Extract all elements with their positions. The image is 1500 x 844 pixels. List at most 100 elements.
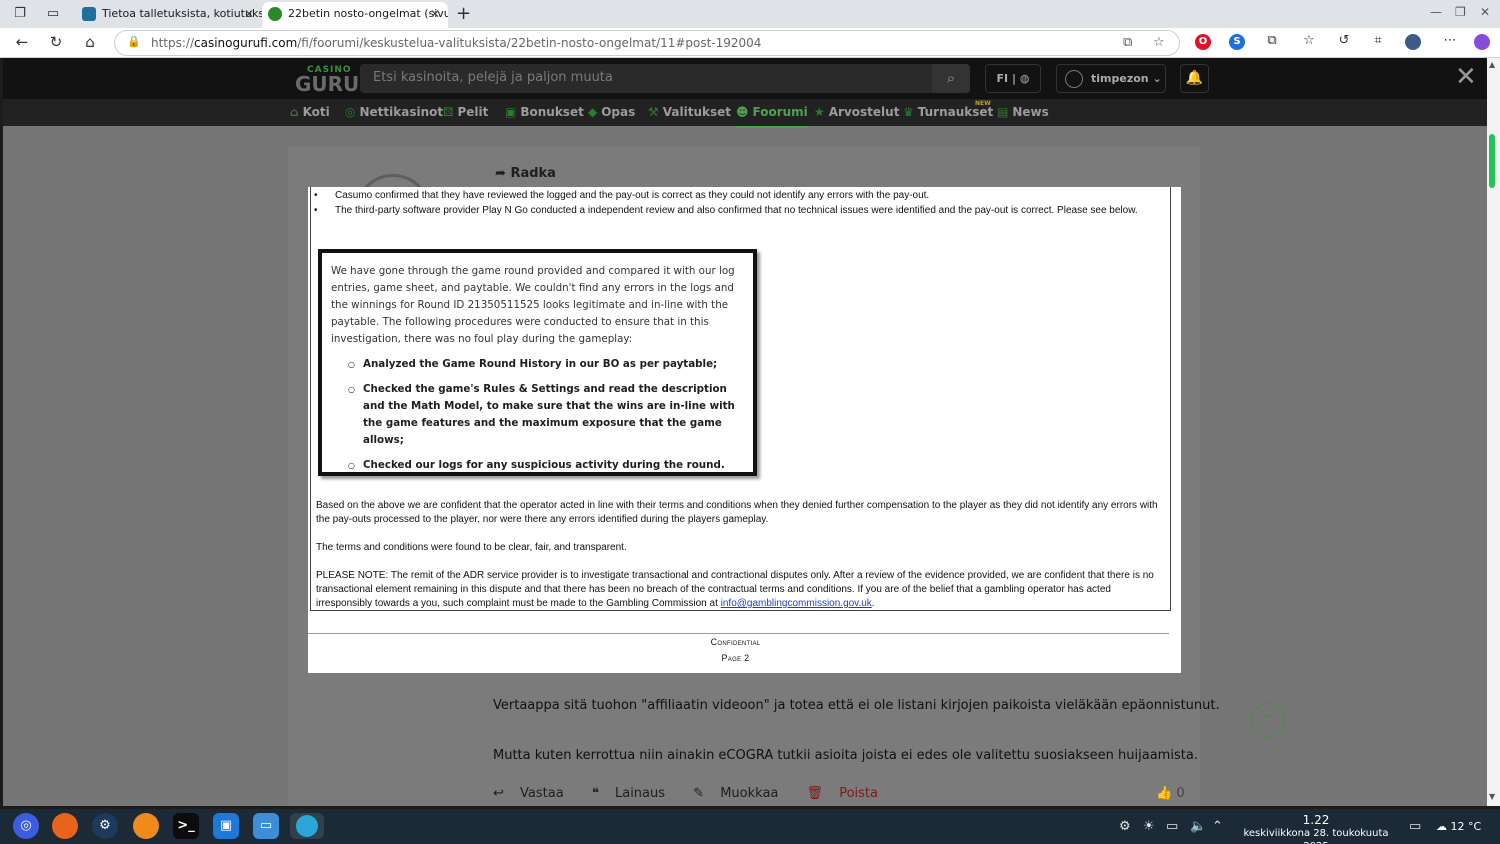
profile-avatar-icon[interactable] (1405, 34, 1421, 50)
site-header: CASINO GURU Etsi kasinoita, pelejä ja pa… (3, 58, 1487, 99)
search-input[interactable]: Etsi kasinoita, pelejä ja paljon muuta (373, 70, 613, 85)
history-icon[interactable]: ↺ (1334, 33, 1354, 48)
back-icon[interactable]: ← (12, 33, 32, 51)
dice-icon: ⚄ (443, 105, 454, 119)
like-button[interactable]: 👍 0 (1156, 786, 1185, 801)
more-menu-icon[interactable]: ⋯ (1440, 33, 1460, 48)
news-icon: ▤ (997, 105, 1009, 119)
firefox-icon[interactable] (52, 813, 78, 839)
cloud-icon: ☁ (1436, 820, 1447, 833)
quote-icon: ❝ (591, 786, 599, 801)
copilot-icon[interactable] (1474, 34, 1490, 50)
quote-list-item: Checked our logs for any suspicious acti… (331, 457, 744, 474)
page-number: Page 2 (721, 653, 750, 663)
reply-icon: ↩ (493, 786, 504, 801)
trash-icon: 🗑 (806, 786, 824, 801)
store-icon[interactable]: ▣ (213, 813, 239, 839)
menu-item-news[interactable]: ▤ News (997, 105, 1049, 119)
steam-tray-icon[interactable]: ⚙ (1119, 819, 1131, 834)
tab-title: Tietoa talletuksista, kotiutuks (102, 7, 262, 20)
refresh-icon[interactable]: ↻ (46, 33, 66, 51)
site-favicon-icon (82, 7, 96, 21)
brightness-icon[interactable]: ☀ (1143, 819, 1155, 834)
share-icon: ➦ (495, 166, 506, 181)
play-n-go-quote-box: We have gone through the game round prov… (318, 249, 757, 476)
system-clock[interactable]: 1.22 keskiviikkona 28. toukokuuta 2025 (1233, 814, 1399, 844)
lock-icon[interactable]: 🔒 (127, 35, 141, 48)
app-icon[interactable] (133, 813, 159, 839)
quote-intro: We have gone through the game round prov… (331, 265, 735, 345)
volume-icon[interactable]: 🔈 (1190, 819, 1206, 834)
close-window-icon[interactable]: ✕ (1480, 5, 1490, 19)
taskbar: ◎ ⚙ >_ ▣ ▭ ⚙ ☀ ▭ 🔈 ⌃ 1.22 keskiviikkona … (0, 809, 1500, 844)
star-icon: ★ (814, 105, 825, 119)
close-tab-icon[interactable]: ✕ (430, 2, 440, 26)
new-tab-icon[interactable]: + (456, 3, 471, 24)
extensions-icon[interactable]: ⧉ (1262, 33, 1282, 48)
language-selector[interactable]: FI | ◍ (985, 64, 1041, 93)
tab-22betin[interactable]: 22betin nosto-ongelmat (sivu ✕ (262, 2, 448, 28)
notifications-icon[interactable]: ▭ (1409, 819, 1421, 834)
tab-tietoa[interactable]: Tietoa talletuksista, kotiutuks ✕ (76, 2, 262, 28)
scroll-to-top-button[interactable]: ⌃ (1251, 703, 1285, 737)
close-lightbox-icon[interactable]: ✕ (1455, 62, 1477, 92)
username: timpezon (1091, 72, 1149, 85)
confidential-label: Confidential (710, 637, 761, 647)
clock-date: keskiviikkona 28. toukokuuta 2025 (1243, 828, 1389, 844)
search-icon[interactable]: ⌕ (932, 64, 970, 93)
menu-item-arvostelut[interactable]: ★ Arvostelut (814, 105, 899, 119)
scroll-up-icon[interactable]: ▲ (1489, 60, 1495, 69)
edge-browser-icon[interactable] (290, 813, 324, 839)
menu-item-pelit[interactable]: ⚄ Pelit (443, 105, 488, 119)
document-paragraph: PLEASE NOTE: The remit of the ADR servic… (316, 570, 1154, 609)
address-bar[interactable]: 🔒 https://casinogurufi.com/fi/foorumi/ke… (114, 30, 1180, 56)
favorite-star-icon[interactable]: ☆ (1153, 35, 1165, 50)
weather-widget[interactable]: ☁ 12 °C (1436, 820, 1481, 833)
menu-item-nettikasinot[interactable]: ◎ Nettikasinot (345, 105, 443, 119)
user-menu[interactable]: timpezon ⌄ (1056, 64, 1166, 93)
shazam-extension-icon[interactable]: S (1229, 34, 1245, 50)
email-link[interactable]: info@gamblingcommission.gov.uk (721, 598, 872, 609)
site-search: Etsi kasinoita, pelejä ja paljon muuta ⌕ (360, 64, 970, 93)
lightbox-document-image[interactable]: • Casumo confirmed that they have reviewe… (308, 187, 1181, 673)
new-badge: NEW (975, 100, 991, 107)
network-icon[interactable]: ▭ (1166, 819, 1178, 834)
home-icon: ⌂ (290, 105, 299, 119)
menu-item-opas[interactable]: ◆ Opas (588, 105, 635, 119)
delete-button[interactable]: 🗑 Poista (807, 786, 890, 801)
post-paragraph: Mutta kuten kerrottua niin ainakin eCOGR… (493, 748, 1198, 763)
menu-item-foorumi[interactable]: ☻ Foorumi (736, 105, 808, 128)
page-scrollbar[interactable]: ▲ ▼ (1487, 58, 1500, 806)
home-icon[interactable]: ⌂ (80, 33, 100, 51)
screenshot-icon[interactable]: ⌗ (1368, 33, 1388, 48)
navigation-bar: ← ↻ ⌂ 🔒 https://casinogurufi.com/fi/foor… (0, 28, 1500, 58)
casinoguru-favicon-icon (268, 7, 282, 21)
start-menu-icon[interactable]: ◎ (13, 813, 39, 839)
steam-icon[interactable]: ⚙ (92, 813, 118, 839)
scroll-down-icon[interactable]: ▼ (1489, 792, 1495, 801)
close-tab-icon[interactable]: ✕ (244, 2, 254, 26)
tab-actions-icon[interactable]: ▭ (44, 5, 62, 23)
main-menu: ⌂ Koti ◎ Nettikasinot ⚄ Pelit ▣ Bonukset ◆ Op… (3, 99, 1487, 128)
post-author[interactable]: ➦ Radka (495, 166, 556, 181)
menu-item-koti[interactable]: ⌂ Koti (290, 105, 330, 119)
reader-mode-icon[interactable]: ⧉ (1123, 35, 1132, 50)
url-text[interactable]: https://casinogurufi.com/fi/foorumi/kesk… (151, 36, 761, 50)
favorites-icon[interactable]: ☆ (1299, 33, 1319, 48)
minimize-icon[interactable]: — (1430, 5, 1442, 19)
notifications-bell-icon[interactable]: 🔔 (1180, 64, 1209, 93)
quote-button[interactable]: ❝ Lainaus (592, 786, 677, 801)
menu-item-bonukset[interactable]: ▣ Bonukset (505, 105, 584, 119)
terminal-icon[interactable]: >_ (173, 813, 199, 839)
opera-extension-icon[interactable]: O (1195, 34, 1211, 50)
workspaces-icon[interactable]: ❐ (11, 5, 29, 23)
menu-item-valitukset[interactable]: ⚒ Valitukset (648, 105, 731, 119)
scrollbar-thumb[interactable] (1489, 134, 1495, 188)
reply-button[interactable]: ↩ Vastaa (493, 786, 576, 801)
menu-item-turnaukset[interactable]: ♛ Turnaukset (903, 105, 993, 119)
edit-button[interactable]: ✎ Muokkaa (693, 786, 790, 801)
file-explorer-icon[interactable]: ▭ (253, 813, 279, 839)
tab-strip: ❐ ▭ Tietoa talletuksista, kotiutuks ✕ 22… (0, 0, 1500, 28)
restore-icon[interactable]: ❐ (1455, 5, 1466, 19)
tray-overflow-chevron-icon[interactable]: ⌃ (1212, 819, 1223, 834)
